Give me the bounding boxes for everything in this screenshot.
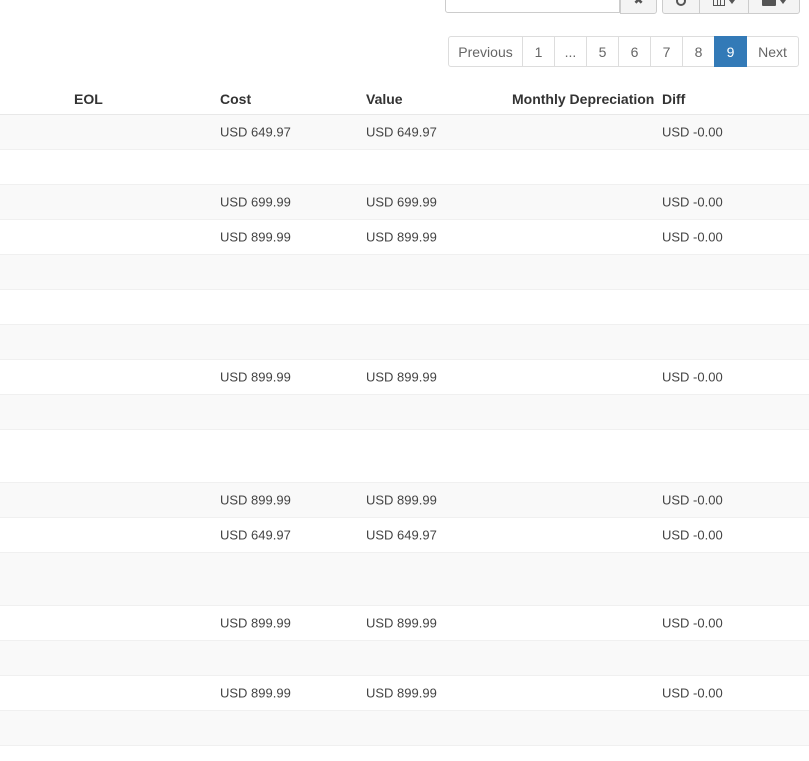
pagination-page-8[interactable]: 8 [682,36,715,67]
cell-cost: USD 899.99 [220,229,291,245]
cell-cost: USD 899.99 [220,492,291,508]
cell-diff: USD -0.00 [662,194,723,210]
export-button[interactable] [748,0,800,14]
close-icon: ✖ [633,0,644,7]
cell-value: USD 649.97 [366,527,437,543]
pagination-page-1[interactable]: 1 [522,36,555,67]
cell-diff: USD -0.00 [662,492,723,508]
pagination-next[interactable]: Next [746,36,799,67]
cell-diff: USD -0.00 [662,369,723,385]
table-row[interactable]: USD 899.99 USD 899.99 USD -0.00 [0,220,809,255]
chevron-down-icon [780,0,786,4]
table-row[interactable] [0,150,809,185]
cell-cost: USD 699.99 [220,194,291,210]
table-row[interactable] [0,395,809,430]
pagination: Previous 1 ... 5 6 7 8 9 Next [448,36,799,67]
refresh-icon [676,0,686,6]
cell-cost: USD 899.99 [220,685,291,701]
cell-value: USD 899.99 [366,229,437,245]
table-row[interactable]: USD 899.99 USD 899.99 USD -0.00 [0,676,809,711]
pagination-ellipsis[interactable]: ... [554,36,587,67]
cell-diff: USD -0.00 [662,685,723,701]
cell-value: USD 899.99 [366,369,437,385]
cell-diff: USD -0.00 [662,527,723,543]
table-body: USD 649.97 USD 649.97 USD -0.00 USD 699.99 U… [0,115,809,746]
table-row[interactable] [0,325,809,360]
search-input[interactable] [445,0,620,13]
table-toolbar: ✖ [0,0,809,16]
table-row[interactable]: USD 899.99 USD 899.99 USD -0.00 [0,360,809,395]
cell-diff: USD -0.00 [662,124,723,140]
pagination-page-9-active[interactable]: 9 [714,36,747,67]
columns-toggle-button[interactable] [699,0,749,14]
column-header-eol[interactable]: EOL [74,91,103,107]
cell-cost: USD 899.99 [220,615,291,631]
cell-cost: USD 649.97 [220,124,291,140]
cell-diff: USD -0.00 [662,229,723,245]
cell-cost: USD 649.97 [220,527,291,543]
column-header-monthly-depreciation[interactable]: Monthly Depreciation [512,91,654,107]
table-row[interactable]: USD 699.99 USD 699.99 USD -0.00 [0,185,809,220]
table-row[interactable]: USD 649.97 USD 649.97 USD -0.00 [0,115,809,150]
cell-value: USD 899.99 [366,685,437,701]
column-header-cost[interactable]: Cost [220,91,251,107]
chevron-down-icon [729,0,735,4]
table-row[interactable] [0,430,809,483]
table-header: EOL Cost Value Monthly Depreciation Diff [0,80,809,115]
table-row[interactable] [0,290,809,325]
columns-icon [713,0,725,6]
table-row[interactable]: USD 649.97 USD 649.97 USD -0.00 [0,518,809,553]
column-header-diff[interactable]: Diff [662,91,685,107]
cell-value: USD 899.99 [366,615,437,631]
table-row[interactable] [0,711,809,746]
cell-cost: USD 899.99 [220,369,291,385]
table-row[interactable] [0,553,809,606]
pagination-page-7[interactable]: 7 [650,36,683,67]
cell-value: USD 899.99 [366,492,437,508]
table-row[interactable]: USD 899.99 USD 899.99 USD -0.00 [0,483,809,518]
download-icon [762,0,776,6]
cell-value: USD 699.99 [366,194,437,210]
pagination-page-6[interactable]: 6 [618,36,651,67]
cell-diff: USD -0.00 [662,615,723,631]
cell-value: USD 649.97 [366,124,437,140]
table-row[interactable] [0,641,809,676]
table-row[interactable] [0,255,809,290]
clear-search-button[interactable]: ✖ [620,0,657,14]
table-row[interactable]: USD 899.99 USD 899.99 USD -0.00 [0,606,809,641]
pagination-previous[interactable]: Previous [448,36,523,67]
refresh-button[interactable] [662,0,700,14]
column-header-value[interactable]: Value [366,91,403,107]
assets-table: EOL Cost Value Monthly Depreciation Diff… [0,80,809,746]
pagination-page-5[interactable]: 5 [586,36,619,67]
